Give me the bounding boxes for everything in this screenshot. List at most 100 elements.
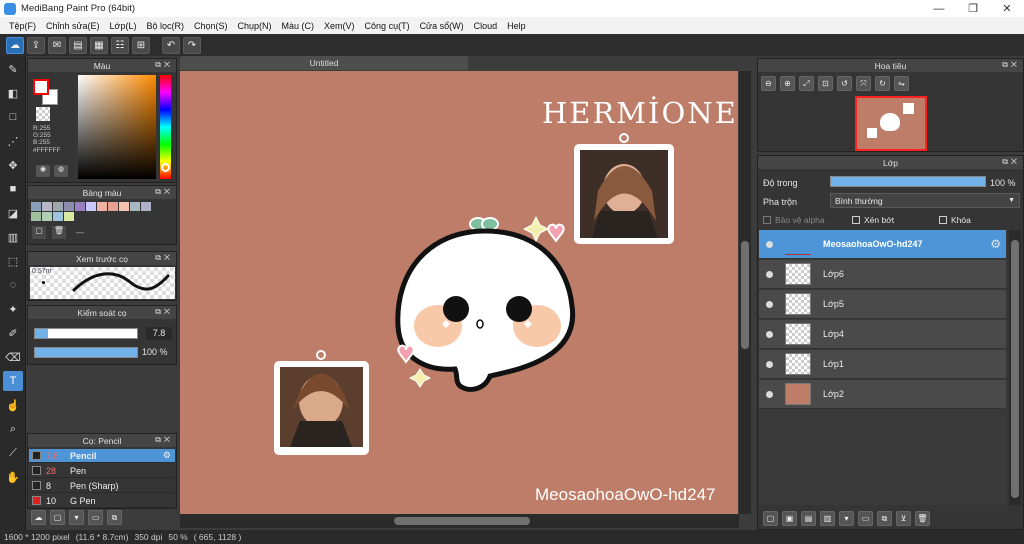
menu-cloud[interactable]: Cloud [469,21,503,31]
lock-toggle[interactable]: Khóa [939,215,971,225]
panel-controls-icon[interactable]: ⧉✕ [155,307,173,317]
eye-icon[interactable] [766,270,773,278]
cloud-brush-icon[interactable]: ☁ [31,510,46,525]
palette-swatch[interactable] [53,212,63,221]
panel-controls-icon[interactable]: ⧉✕ [155,187,173,197]
merge-layer-icon[interactable]: ⊻ [896,511,911,526]
zoom-in-icon[interactable]: ⊕ [780,76,795,91]
canvas-vertical-scrollbar[interactable] [739,71,751,514]
eye-icon[interactable] [766,300,773,308]
add-brush-menu-icon[interactable]: ▾ [69,510,84,525]
redo-icon[interactable]: ↷ [183,36,201,54]
palette-swatch[interactable] [97,202,107,211]
grid-icon[interactable]: ⊞ [132,36,150,54]
palette-swatch[interactable] [42,212,52,221]
text-tool-icon[interactable]: T [3,371,23,391]
menu-help[interactable]: Help [502,21,531,31]
palette-swatch[interactable] [42,202,52,211]
share-icon[interactable]: ⇪ [27,36,45,54]
new-palette-icon[interactable]: ▢ [32,226,46,239]
restore-button[interactable]: ❐ [956,0,990,17]
move-tool-icon[interactable]: ✥ [3,155,23,175]
layer-row[interactable]: Lớp6 [759,260,1006,289]
flip-icon[interactable]: ⇋ [894,76,909,91]
brush-size-value[interactable]: 7.8 [146,327,172,340]
menu-file[interactable]: Tệp(F) [4,21,41,31]
divide-tool-icon[interactable]: ⟋ [3,443,23,463]
add-color-icon[interactable]: ◉ [36,165,50,177]
brush-item-pen[interactable]: 28 Pen [29,464,175,478]
select-eraser-tool-icon[interactable]: ⌫ [3,347,23,367]
close-button[interactable]: ✕ [990,0,1024,17]
menu-snap[interactable]: Chụp(N) [233,21,277,31]
saturation-value-picker[interactable] [78,75,156,179]
fill-rect-tool-icon[interactable]: ■ [3,179,23,199]
palette-swatch[interactable] [64,212,74,221]
actual-size-icon[interactable]: ⊡ [818,76,833,91]
palette-swatch[interactable] [108,202,118,211]
gear-icon[interactable]: ⚙ [163,450,171,461]
layer-opacity-slider[interactable] [830,176,986,187]
add-brush-icon[interactable]: ▢ [50,510,65,525]
menu-view[interactable]: Xem(V) [319,21,360,31]
magic-wand-tool-icon[interactable]: ✦ [3,299,23,319]
page-list-icon[interactable]: ☷ [111,36,129,54]
new-layer-icon[interactable]: ▢ [763,511,778,526]
delete-layer-icon[interactable]: 🗑 [915,511,930,526]
brush-item-g-pen[interactable]: 10 G Pen [29,494,175,508]
menu-filter[interactable]: Bộ lọc(R) [141,21,189,31]
canvas-horizontal-scrollbar[interactable] [180,514,739,528]
blend-mode-select[interactable]: Bình thường ▼ [830,193,1020,208]
brush-size-slider[interactable] [34,328,138,339]
transparent-color-swatch[interactable] [36,107,50,121]
menu-color[interactable]: Màu (C) [277,21,320,31]
gear-icon[interactable]: ⚙ [990,237,1001,251]
layer-row[interactable]: Lớp4 [759,320,1006,349]
fit-window-icon[interactable]: ⤢ [799,76,814,91]
panel-controls-icon[interactable]: ⧉✕ [155,435,173,445]
dot-tool-icon[interactable]: ⋰ [3,131,23,151]
hand-tool-icon[interactable]: ✋ [3,467,23,487]
bucket-tool-icon[interactable]: ◪ [3,203,23,223]
color-mode-icon[interactable]: ◍ [54,165,68,177]
layer-row[interactable]: MeosaohoaOwO-hd247 ⚙ [759,230,1006,259]
eye-icon[interactable] [766,330,773,338]
page-icon[interactable]: ▦ [90,36,108,54]
duplicate-layer-icon[interactable]: ⧉ [877,511,892,526]
palette-swatch[interactable] [141,202,151,211]
rotate-left-icon[interactable]: ↺ [837,76,852,91]
menu-layer[interactable]: Lớp(L) [105,21,142,31]
menu-window[interactable]: Cửa sổ(W) [415,21,469,31]
navigator-preview[interactable] [855,96,927,151]
fit-screen-icon[interactable]: ⤧ [856,76,871,91]
eye-icon[interactable] [766,390,773,398]
brush-item-pencil[interactable]: 7.8 Pencil ⚙ [29,449,175,463]
brush-opacity-slider[interactable] [34,347,138,358]
minimize-button[interactable]: — [922,0,956,17]
palette-swatch[interactable] [53,202,63,211]
layer-list-scrollbar[interactable] [1009,230,1021,505]
brush-folder-icon[interactable]: ▭ [88,510,103,525]
layer-row[interactable]: Lớp5 [759,290,1006,319]
select-pen-tool-icon[interactable]: ✐ [3,323,23,343]
menu-select[interactable]: Chọn(S) [189,21,233,31]
eye-icon[interactable] [766,360,773,368]
new-8bit-layer-icon[interactable]: ▣ [782,511,797,526]
palette-swatch[interactable] [86,202,96,211]
protect-alpha-toggle[interactable]: Bảo vệ alpha [763,215,825,225]
operation-tool-icon[interactable]: ☝ [3,395,23,415]
panel-controls-icon[interactable]: ⧉✕ [1002,157,1020,167]
canvas-tab[interactable]: Untitled [180,56,468,70]
duplicate-brush-icon[interactable]: ⧉ [107,510,122,525]
clipping-toggle[interactable]: Xén bớt [852,215,894,225]
select-rect-tool-icon[interactable]: ⬚ [3,251,23,271]
panel-controls-icon[interactable]: ⧉✕ [155,253,173,263]
rotate-right-icon[interactable]: ↻ [875,76,890,91]
rectangle-tool-icon[interactable]: □ [3,107,23,127]
layer-row[interactable]: Lớp1 [759,350,1006,379]
hue-slider-handle[interactable] [161,163,170,172]
lasso-tool-icon[interactable]: ◌ [3,275,23,295]
brush-tool-icon[interactable]: ✎ [3,59,23,79]
eyedropper-tool-icon[interactable]: ⌕ [3,419,23,439]
eye-icon[interactable] [766,240,773,248]
